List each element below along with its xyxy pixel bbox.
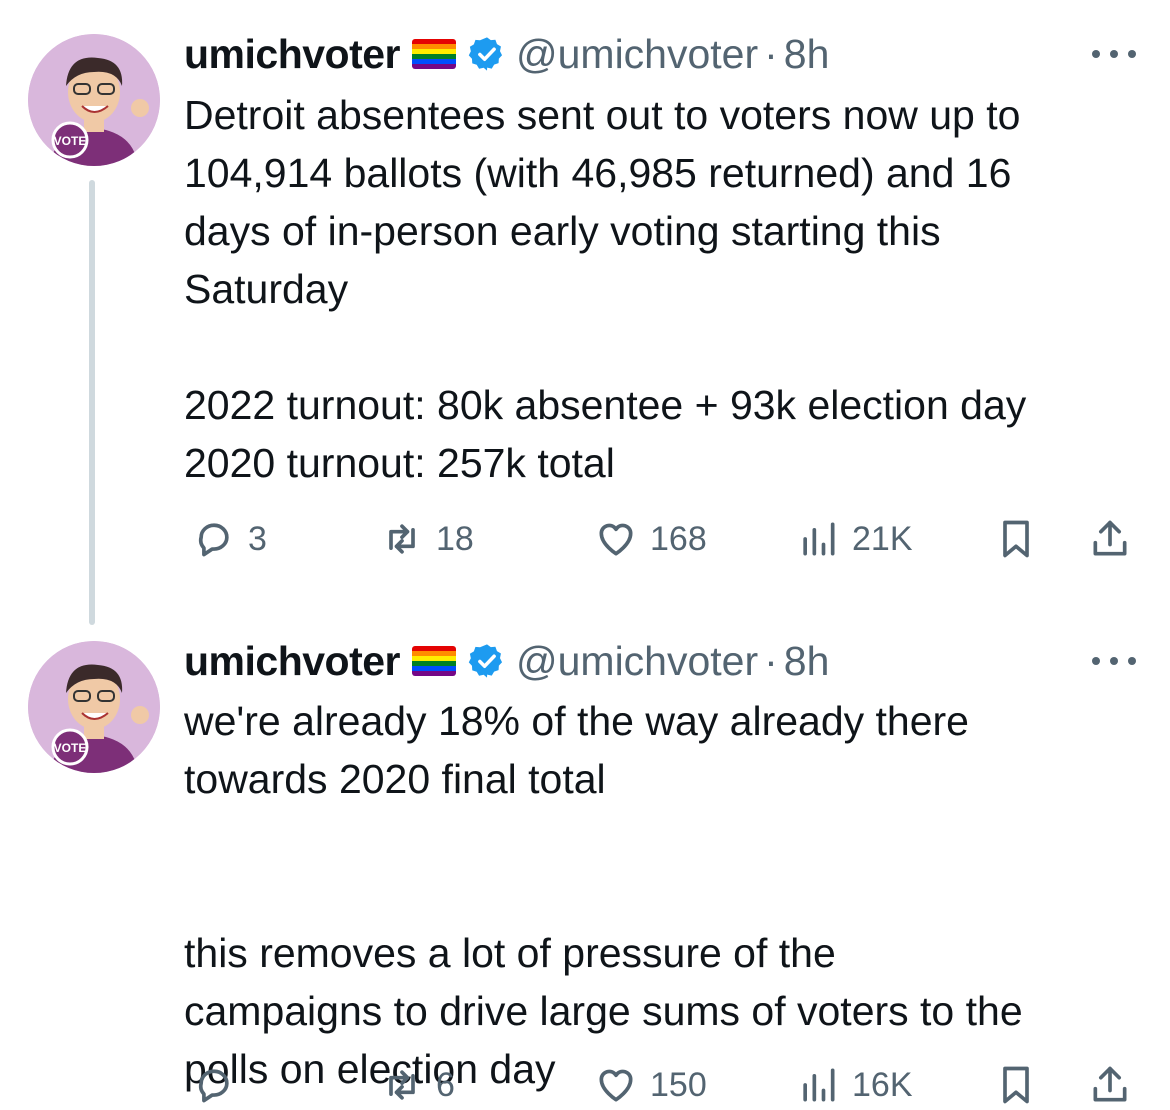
vote-badge: VOTE bbox=[54, 741, 87, 755]
avatar[interactable]: VOTE bbox=[28, 34, 160, 166]
share-button[interactable] bbox=[1088, 514, 1132, 564]
like-icon bbox=[599, 1069, 633, 1102]
pride-flag-icon bbox=[412, 39, 456, 69]
like-icon bbox=[599, 523, 633, 556]
reply-button[interactable]: 3 bbox=[192, 514, 267, 564]
repost-count: 6 bbox=[436, 1065, 455, 1104]
timestamp[interactable]: 8h bbox=[784, 638, 830, 685]
views-button[interactable]: 21K bbox=[796, 514, 913, 564]
separator-dot: · bbox=[764, 30, 778, 77]
views-icon bbox=[803, 522, 835, 556]
like-button[interactable]: 150 bbox=[594, 1060, 707, 1110]
like-count: 150 bbox=[650, 1065, 707, 1104]
views-count: 21K bbox=[852, 519, 913, 558]
verified-icon bbox=[468, 644, 503, 678]
share-button[interactable] bbox=[1088, 1060, 1132, 1110]
views-button[interactable]: 16K bbox=[796, 1060, 913, 1110]
bookmark-icon bbox=[1003, 1066, 1029, 1104]
share-icon bbox=[1093, 1066, 1127, 1102]
bookmark-icon bbox=[1003, 520, 1029, 558]
repost-button[interactable]: 6 bbox=[380, 1060, 455, 1110]
tweet-text: we're already 18% of the way already the… bbox=[184, 698, 1023, 1092]
views-icon bbox=[803, 1068, 835, 1102]
bookmark-button[interactable] bbox=[994, 514, 1038, 564]
separator-dot: · bbox=[764, 637, 778, 684]
repost-count: 18 bbox=[436, 519, 474, 558]
reply-button[interactable] bbox=[192, 1060, 248, 1110]
pride-flag-icon bbox=[412, 646, 456, 676]
like-button[interactable]: 168 bbox=[594, 514, 707, 564]
display-name[interactable]: umichvoter bbox=[184, 31, 401, 78]
action-bar: 3 18 168 21K bbox=[184, 514, 1144, 564]
action-bar: 6 150 16K bbox=[184, 1060, 1144, 1110]
views-count: 16K bbox=[852, 1065, 913, 1104]
handle[interactable]: @umichvoter bbox=[516, 638, 758, 685]
reply-icon bbox=[198, 1069, 229, 1103]
vote-badge: VOTE bbox=[54, 134, 87, 148]
bookmark-button[interactable] bbox=[994, 1060, 1038, 1110]
handle[interactable]: @umichvoter bbox=[516, 31, 758, 78]
like-count: 168 bbox=[650, 519, 707, 558]
more-icon[interactable] bbox=[1092, 657, 1136, 665]
display-name[interactable]: umichvoter bbox=[184, 638, 401, 685]
reply-count: 3 bbox=[248, 519, 267, 558]
avatar[interactable]: VOTE bbox=[28, 641, 160, 773]
tweet-text: Detroit absentees sent out to voters now… bbox=[184, 92, 1027, 486]
repost-icon bbox=[389, 1070, 415, 1100]
verified-icon bbox=[468, 37, 503, 71]
timestamp[interactable]: 8h bbox=[784, 31, 830, 78]
more-icon[interactable] bbox=[1092, 50, 1136, 58]
thread-connector bbox=[89, 180, 95, 625]
share-icon bbox=[1093, 520, 1127, 556]
reply-icon bbox=[198, 523, 229, 557]
repost-icon bbox=[389, 524, 415, 554]
repost-button[interactable]: 18 bbox=[380, 514, 474, 564]
tweet-header: umichvoter @umichvoter · 8h bbox=[184, 636, 829, 686]
tweet-header: umichvoter @umichvoter · 8h bbox=[184, 29, 829, 79]
